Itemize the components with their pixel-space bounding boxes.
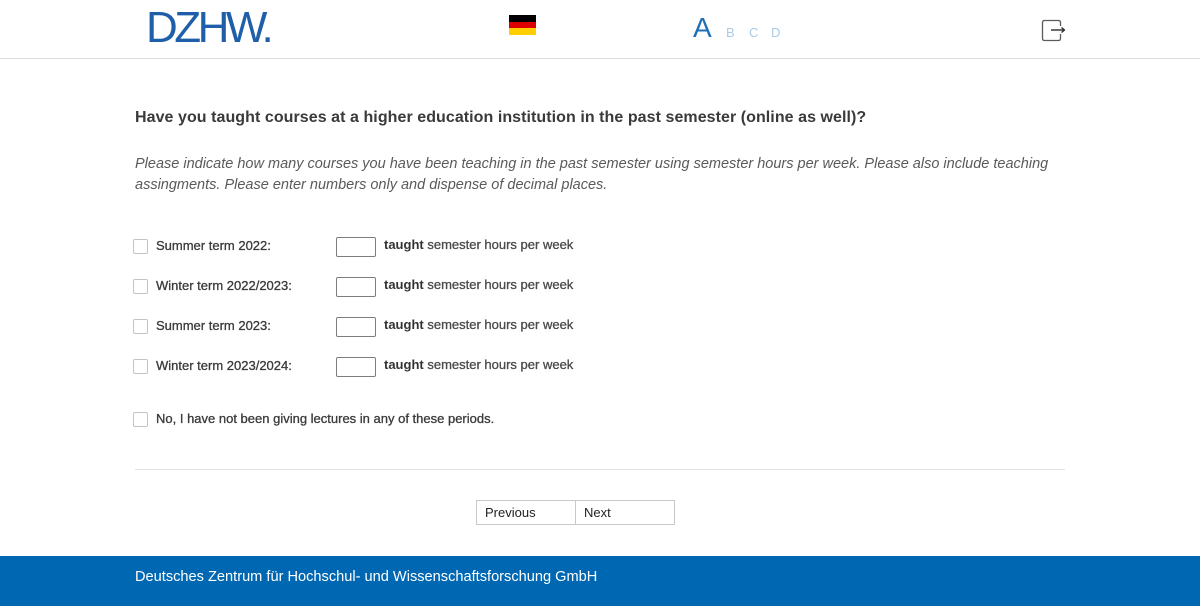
question-title: Have you taught courses at a higher educ… — [135, 109, 867, 126]
suffix-text: semester hours per week — [427, 237, 574, 252]
footer: Deutsches Zentrum für Hochschul- und Wis… — [0, 556, 1200, 606]
term-label: Winter term 2022/2023: — [156, 278, 292, 293]
term-checkbox[interactable] — [133, 239, 148, 254]
suffix-emphasis: taught — [384, 277, 424, 292]
term-label: Winter term 2023/2024: — [156, 358, 292, 373]
term-checkbox[interactable] — [133, 319, 148, 334]
footer-text: Deutsches Zentrum für Hochschul- und Wis… — [135, 568, 598, 585]
no-lectures-checkbox[interactable] — [133, 412, 148, 427]
hours-input[interactable] — [336, 357, 376, 377]
hours-input[interactable] — [336, 237, 376, 257]
term-row-winter-2023-2024: Winter term 2023/2024: taught semester h… — [0, 355, 1200, 377]
hours-input[interactable] — [336, 317, 376, 337]
hours-suffix: taught semester hours per week — [384, 235, 573, 255]
divider — [135, 469, 1065, 470]
term-row-winter-2022-2023: Winter term 2022/2023: taught semester h… — [0, 275, 1200, 297]
question-instruction: Please indicate how many courses you hav… — [135, 156, 1049, 193]
previous-button[interactable]: Previous — [476, 500, 576, 525]
suffix-text: semester hours per week — [427, 317, 574, 332]
term-label: Summer term 2023: — [156, 318, 271, 333]
hours-suffix: taught semester hours per week — [384, 315, 573, 335]
no-lectures-label: No, I have not been giving lectures in a… — [156, 411, 495, 426]
term-checkbox[interactable] — [133, 359, 148, 374]
suffix-emphasis: taught — [384, 357, 424, 372]
term-label: Summer term 2022: — [156, 238, 271, 253]
term-checkbox[interactable] — [133, 279, 148, 294]
next-button[interactable]: Next — [575, 500, 675, 525]
no-lectures-option: No, I have not been giving lectures in a… — [0, 409, 1200, 429]
survey-content: Have you taught courses at a higher educ… — [0, 0, 1200, 556]
hours-suffix: taught semester hours per week — [384, 275, 573, 295]
hours-suffix: taught semester hours per week — [384, 355, 573, 375]
suffix-emphasis: taught — [384, 317, 424, 332]
hours-input[interactable] — [336, 277, 376, 297]
suffix-emphasis: taught — [384, 237, 424, 252]
suffix-text: semester hours per week — [427, 357, 574, 372]
term-row-summer-2023: Summer term 2023: taught semester hours … — [0, 315, 1200, 337]
term-row-summer-2022: Summer term 2022: taught semester hours … — [0, 235, 1200, 257]
suffix-text: semester hours per week — [427, 277, 574, 292]
